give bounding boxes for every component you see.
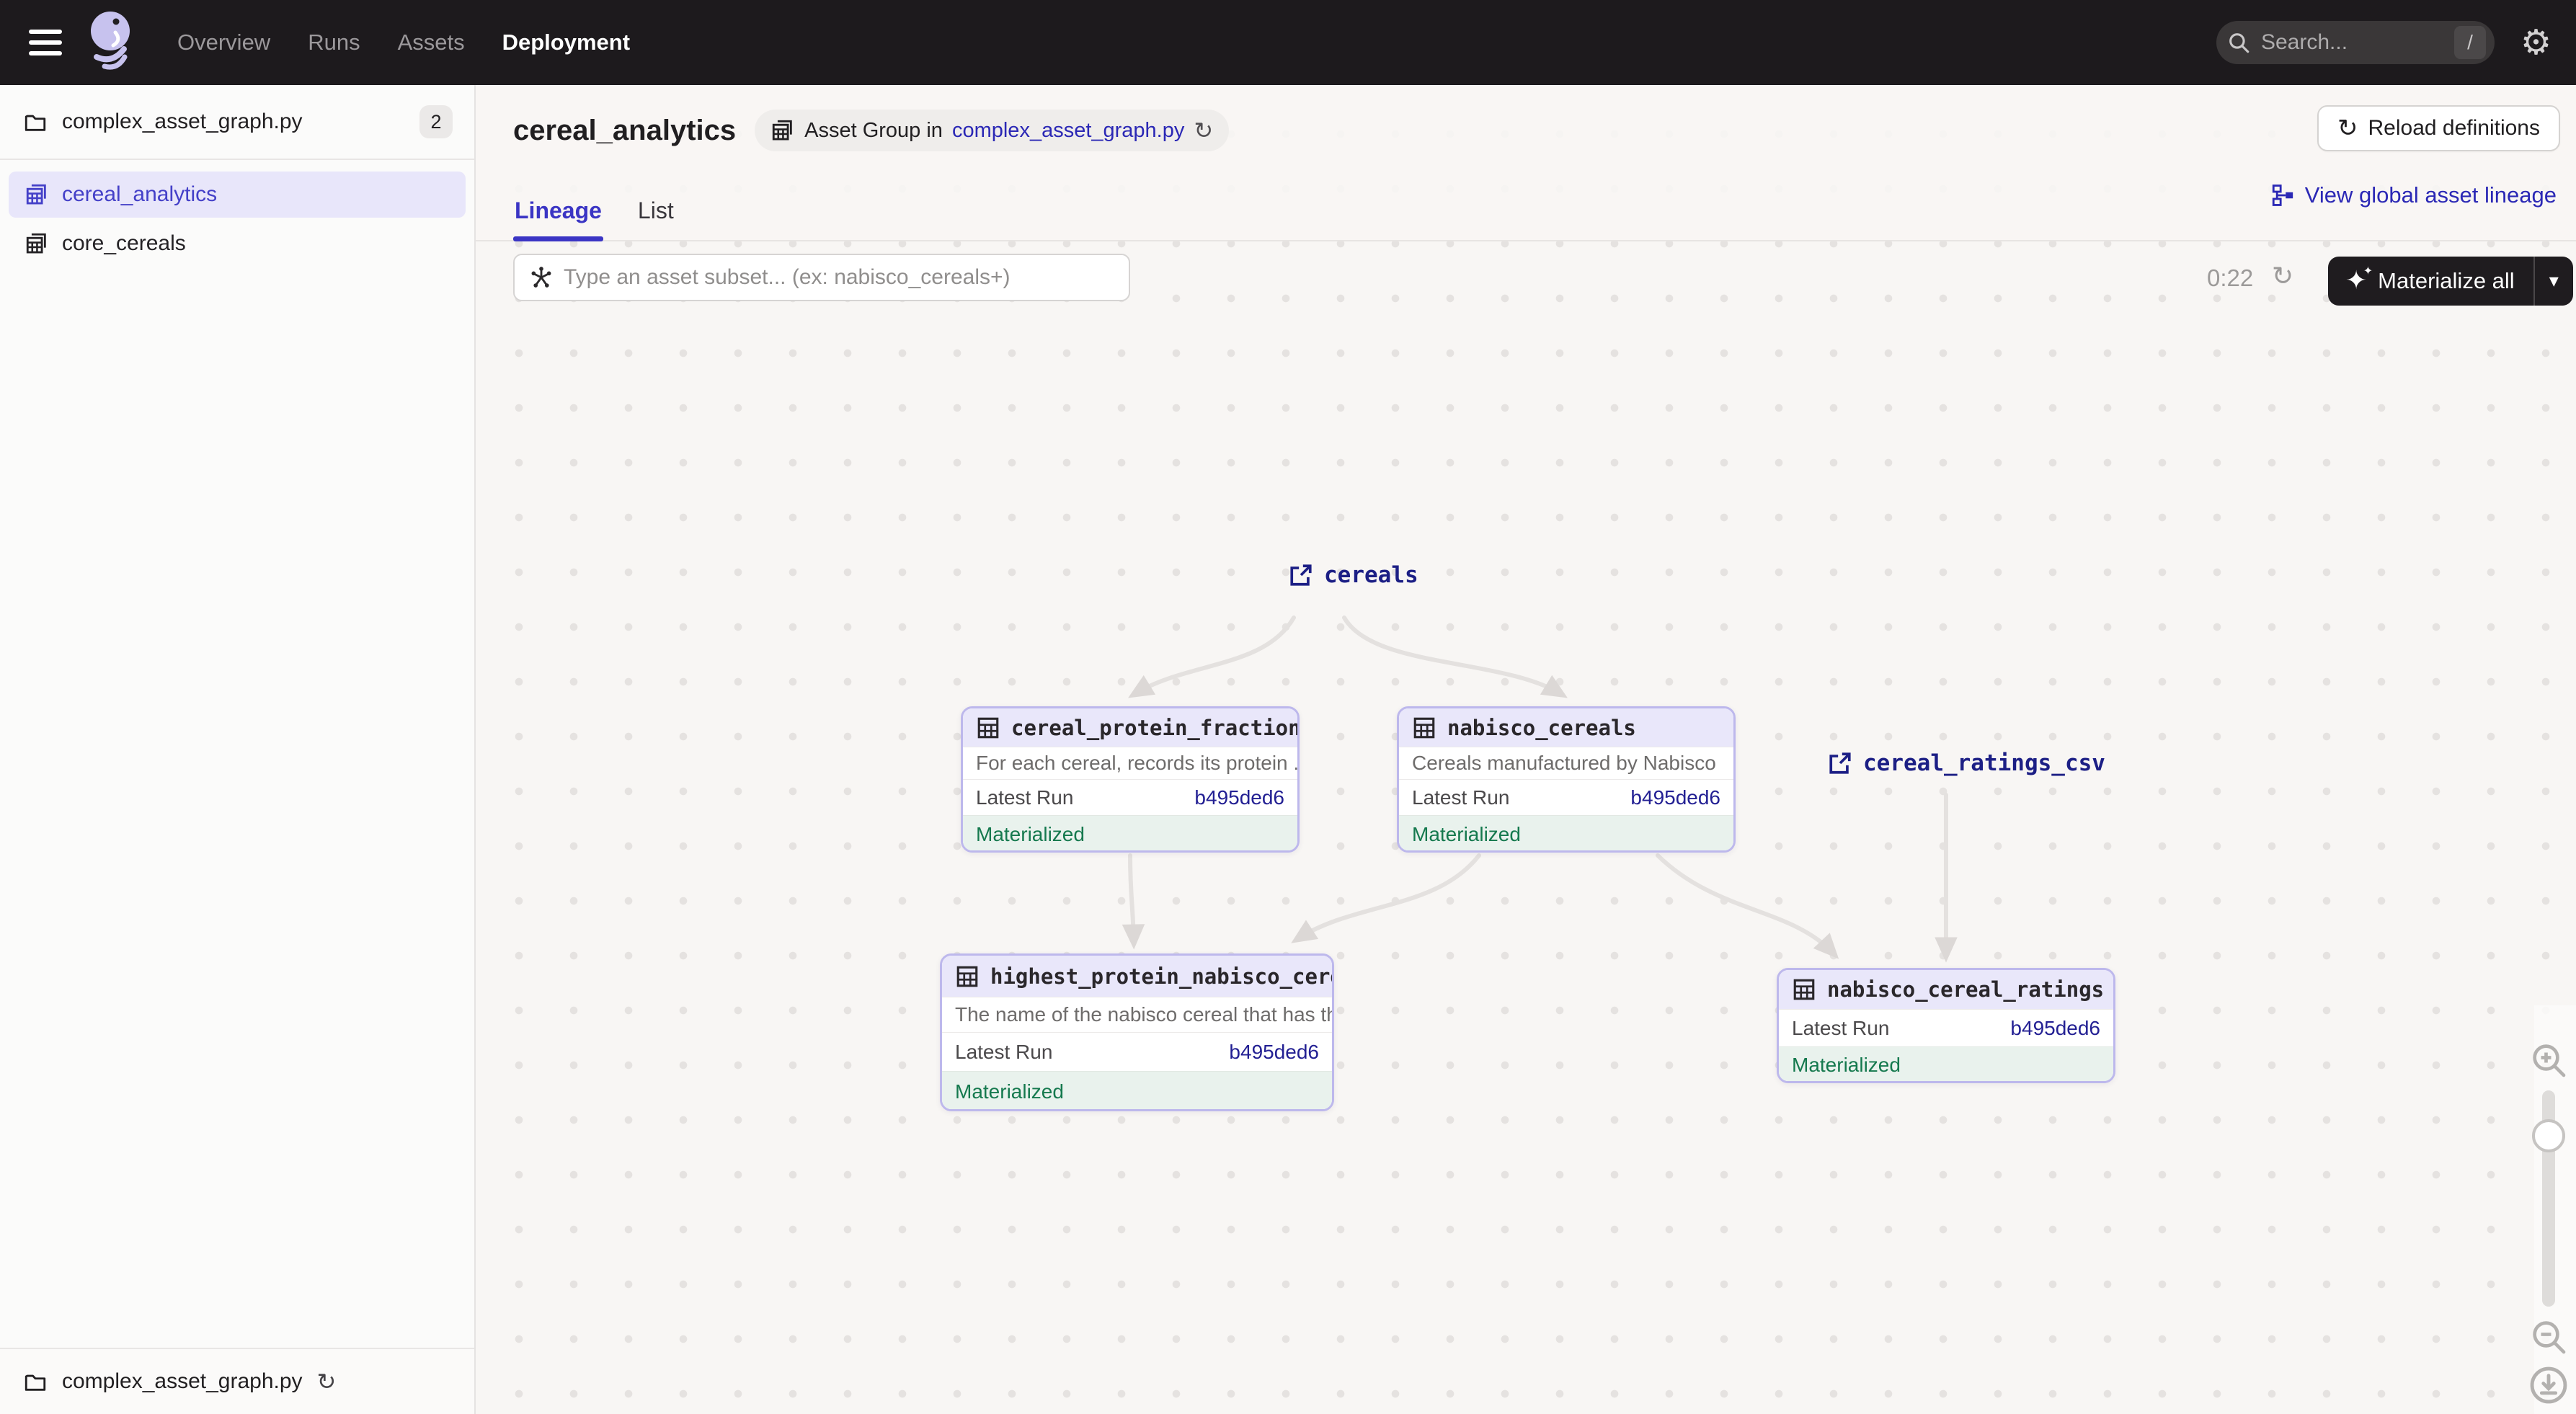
sidebar: complex_asset_graph.py 2 cereal_analytic… bbox=[0, 85, 476, 1414]
tab-lineage[interactable]: Lineage bbox=[513, 197, 603, 241]
folder-icon bbox=[23, 110, 48, 134]
zoom-in-icon bbox=[2528, 1040, 2569, 1080]
asset-description: The name of the nabisco cereal that has … bbox=[942, 997, 1332, 1032]
asset-description: For each cereal, records its protein ... bbox=[963, 747, 1297, 779]
status-badge: Materialized bbox=[1399, 815, 1733, 853]
refresh-timer: 0:22 bbox=[2207, 264, 2253, 292]
page-header: cereal_analytics Asset Group in complex_… bbox=[476, 85, 2576, 241]
zoom-in-button[interactable] bbox=[2528, 1040, 2569, 1080]
zoom-out-button[interactable] bbox=[2528, 1317, 2569, 1357]
sidebar-footer: complex_asset_graph.py ↻ bbox=[0, 1348, 474, 1414]
sidebar-item-label: core_cereals bbox=[62, 231, 186, 256]
op-selection-icon bbox=[529, 265, 554, 290]
lineage-canvas[interactable]: 0:22 ↻ ✦✦ Materialize all ▾ cereals cere… bbox=[476, 241, 2576, 1414]
top-nav: Overview Runs Assets Deployment Search..… bbox=[0, 0, 2576, 85]
tab-list[interactable]: List bbox=[636, 197, 675, 241]
status-badge: Materialized bbox=[942, 1071, 1332, 1111]
repo-asset-count-badge: 2 bbox=[419, 105, 453, 138]
asset-group-icon bbox=[25, 231, 49, 256]
asset-name: cereal_protein_fractions bbox=[1011, 716, 1300, 740]
table-icon bbox=[955, 964, 980, 989]
asset-name: nabisco_cereals bbox=[1447, 716, 1636, 740]
nav-item-overview[interactable]: Overview bbox=[177, 30, 270, 55]
refresh-icon: ↻ bbox=[2337, 114, 2358, 143]
search-shortcut-badge: / bbox=[2454, 26, 2486, 59]
asset-group-icon bbox=[770, 118, 795, 143]
reload-location-icon[interactable]: ↻ bbox=[1194, 117, 1213, 144]
zoom-out-icon bbox=[2528, 1317, 2569, 1357]
materialize-dropdown-button[interactable]: ▾ bbox=[2533, 257, 2573, 306]
table-icon bbox=[976, 716, 1000, 740]
zoom-controls bbox=[2527, 1040, 2570, 1406]
search-placeholder: Search... bbox=[2261, 30, 2454, 55]
reload-definitions-button[interactable]: ↻ Reload definitions bbox=[2317, 105, 2560, 151]
sidebar-item-cereal-analytics[interactable]: cereal_analytics bbox=[9, 172, 466, 218]
zoom-slider[interactable] bbox=[2542, 1090, 2555, 1307]
repo-header[interactable]: complex_asset_graph.py 2 bbox=[0, 85, 474, 160]
table-icon bbox=[1412, 716, 1436, 740]
run-id-link[interactable]: b495ded6 bbox=[1194, 786, 1284, 809]
asset-group-list: cereal_analytics core_cereals bbox=[0, 160, 474, 267]
refresh-graph-icon[interactable]: ↻ bbox=[2272, 262, 2293, 291]
search-input[interactable]: Search... / bbox=[2216, 21, 2495, 64]
status-badge: Materialized bbox=[963, 815, 1297, 853]
asset-node-cereal-protein-fractions[interactable]: cereal_protein_fractions For each cereal… bbox=[961, 706, 1300, 853]
latest-run-label: Latest Run bbox=[955, 1041, 1052, 1064]
source-asset-label: cereals bbox=[1324, 562, 1418, 588]
footer-file-name: complex_asset_graph.py bbox=[62, 1369, 303, 1394]
run-id-link[interactable]: b495ded6 bbox=[2010, 1017, 2100, 1040]
breadcrumb-prefix: Asset Group in bbox=[804, 119, 943, 143]
sidebar-item-label: cereal_analytics bbox=[62, 182, 217, 207]
download-view-button[interactable] bbox=[2528, 1364, 2570, 1406]
asset-name: nabisco_cereal_ratings bbox=[1827, 977, 2104, 1002]
reload-definitions-label: Reload definitions bbox=[2368, 116, 2541, 141]
sidebar-item-core-cereals[interactable]: core_cereals bbox=[9, 221, 466, 267]
repo-file-name: complex_asset_graph.py bbox=[62, 110, 303, 134]
asset-node-highest-protein-nabisco-cereal[interactable]: highest_protein_nabisco_cereal The name … bbox=[940, 953, 1334, 1111]
asset-subset-filter[interactable] bbox=[513, 254, 1130, 301]
table-icon bbox=[1792, 977, 1816, 1002]
reload-repo-icon[interactable]: ↻ bbox=[317, 1368, 337, 1395]
run-id-link[interactable]: b495ded6 bbox=[1630, 786, 1720, 809]
nav-item-assets[interactable]: Assets bbox=[398, 30, 465, 55]
nav-item-deployment[interactable]: Deployment bbox=[502, 30, 630, 55]
latest-run-label: Latest Run bbox=[1412, 786, 1509, 809]
asset-description: Cereals manufactured by Nabisco bbox=[1399, 747, 1733, 779]
dagster-logo-icon[interactable] bbox=[86, 9, 137, 76]
asset-subset-input[interactable] bbox=[564, 265, 1114, 290]
gear-icon[interactable]: ⚙ bbox=[2521, 25, 2551, 60]
nav-item-runs[interactable]: Runs bbox=[308, 30, 360, 55]
lineage-graph-icon bbox=[2270, 183, 2295, 208]
page-title: cereal_analytics bbox=[513, 115, 736, 147]
source-asset-cereals[interactable]: cereals bbox=[1289, 562, 1418, 588]
asset-name: highest_protein_nabisco_cereal bbox=[990, 964, 1334, 989]
latest-run-label: Latest Run bbox=[976, 786, 1073, 809]
asset-node-nabisco-cereals[interactable]: nabisco_cereals Cereals manufactured by … bbox=[1397, 706, 1736, 853]
run-id-link[interactable]: b495ded6 bbox=[1229, 1041, 1319, 1064]
zoom-slider-handle[interactable] bbox=[2532, 1119, 2565, 1152]
tab-bar: Lineage List bbox=[513, 197, 675, 241]
primary-nav: Overview Runs Assets Deployment bbox=[177, 30, 630, 55]
source-asset-label: cereal_ratings_csv bbox=[1863, 750, 2105, 776]
view-global-asset-lineage-link[interactable]: View global asset lineage bbox=[2270, 182, 2557, 208]
hamburger-menu-icon[interactable] bbox=[29, 30, 62, 55]
external-asset-icon bbox=[1828, 751, 1852, 775]
materialize-all-main[interactable]: ✦✦ Materialize all bbox=[2328, 257, 2533, 306]
source-asset-cereal-ratings-csv[interactable]: cereal_ratings_csv bbox=[1828, 750, 2105, 776]
main-panel: cereal_analytics Asset Group in complex_… bbox=[476, 85, 2576, 1414]
folder-icon bbox=[23, 1369, 48, 1394]
search-icon bbox=[2226, 30, 2251, 55]
view-global-asset-lineage-label: View global asset lineage bbox=[2305, 182, 2557, 208]
status-badge: Materialized bbox=[1779, 1046, 2113, 1083]
breadcrumb: Asset Group in complex_asset_graph.py ↻ bbox=[755, 110, 1229, 151]
download-icon bbox=[2528, 1364, 2570, 1406]
breadcrumb-file-link[interactable]: complex_asset_graph.py bbox=[952, 119, 1184, 143]
materialize-all-button: ✦✦ Materialize all ▾ bbox=[2328, 257, 2573, 306]
external-asset-icon bbox=[1289, 563, 1313, 587]
latest-run-label: Latest Run bbox=[1792, 1017, 1889, 1040]
asset-node-nabisco-cereal-ratings[interactable]: nabisco_cereal_ratings Latest Run b495de… bbox=[1777, 968, 2115, 1083]
sparkle-icon: ✦✦ bbox=[2345, 268, 2367, 294]
materialize-all-label: Materialize all bbox=[2378, 268, 2515, 294]
asset-group-icon bbox=[25, 182, 49, 207]
